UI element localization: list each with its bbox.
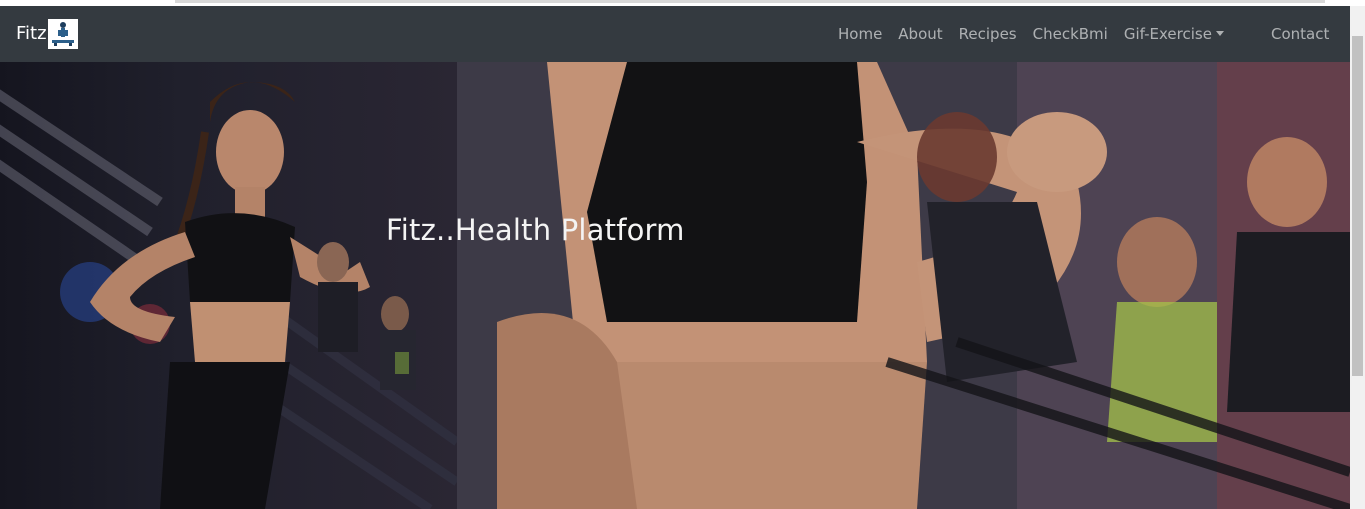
treadmill-logo-icon — [47, 19, 78, 49]
brand-name: Fitz — [16, 23, 47, 44]
nav-right: Contact — [1263, 6, 1337, 62]
browser-address-strip — [175, 0, 1325, 3]
nav-contact[interactable]: Contact — [1263, 6, 1337, 62]
caret-down-icon — [1215, 31, 1224, 36]
hero-image-right — [457, 62, 1350, 509]
nav-about[interactable]: About — [890, 6, 950, 62]
hero-title: Fitz..Health Platform — [386, 213, 685, 247]
brand[interactable]: Fitz — [16, 18, 78, 50]
nav-links: Home About Recipes CheckBmi Gif-Exercise — [830, 6, 1232, 62]
navbar: Fitz Home About Recipes CheckBmi Gif-Exe… — [0, 6, 1350, 62]
hero-banner: Fitz..Health Platform — [0, 62, 1350, 509]
nav-gif-exercise-dropdown[interactable]: Gif-Exercise — [1116, 6, 1232, 62]
nav-recipes[interactable]: Recipes — [951, 6, 1025, 62]
hero-image-left — [0, 62, 457, 509]
nav-home[interactable]: Home — [830, 6, 890, 62]
nav-checkbmi[interactable]: CheckBmi — [1025, 6, 1116, 62]
page-scrollbar[interactable] — [1350, 6, 1365, 509]
nav-gif-exercise-label: Gif-Exercise — [1123, 25, 1212, 43]
scrollbar-thumb[interactable] — [1352, 36, 1363, 376]
